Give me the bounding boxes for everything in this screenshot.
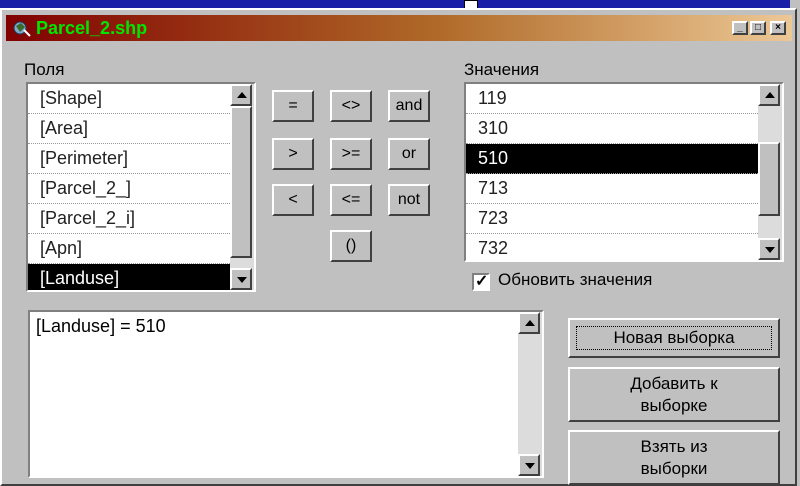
arrow-down-icon: [765, 247, 775, 253]
values-scroll-thumb[interactable]: [758, 142, 780, 216]
fields-label: Поля: [24, 60, 65, 79]
app-icon: [13, 21, 31, 37]
operator-button[interactable]: and: [388, 90, 430, 122]
expression-field[interactable]: [Landuse] = 510: [28, 310, 544, 478]
select-from-selection-label-line1: Взять из: [640, 437, 708, 456]
operator-button[interactable]: or: [388, 138, 430, 170]
fields-scroll-up-button[interactable]: [230, 84, 252, 106]
expression-scroll-up-button[interactable]: [518, 312, 540, 334]
values-scrollbar[interactable]: [758, 84, 782, 260]
operator-button[interactable]: <>: [330, 90, 372, 122]
minimize-button[interactable]: _: [732, 21, 748, 35]
fields-scroll-down-button[interactable]: [230, 268, 252, 290]
operator-button[interactable]: =: [272, 90, 314, 122]
operator-button[interactable]: <: [272, 184, 314, 216]
arrow-up-icon: [237, 92, 247, 98]
values-list-item[interactable]: 723: [466, 204, 758, 234]
add-to-selection-label-line2: выборке: [640, 396, 708, 415]
values-scroll-down-button[interactable]: [758, 238, 780, 260]
new-selection-button[interactable]: Новая выборка: [568, 318, 780, 358]
update-values-label: Обновить значения: [498, 270, 653, 289]
operator-button[interactable]: (): [330, 230, 372, 262]
fields-list-item[interactable]: [Landuse]: [28, 264, 230, 290]
operator-button[interactable]: >: [272, 138, 314, 170]
expression-scrollbar[interactable]: [518, 312, 542, 476]
add-to-selection-label-line1: Добавить к: [630, 374, 718, 393]
values-list-item[interactable]: 732: [466, 234, 758, 260]
fields-list-item[interactable]: [Parcel_2_i]: [28, 204, 230, 234]
fields-scroll-thumb[interactable]: [230, 106, 252, 258]
fields-list[interactable]: [Shape] [Area] [Perimeter] [Parcel_2_] [Parc…: [26, 82, 256, 292]
fields-list-item[interactable]: [Shape]: [28, 84, 230, 114]
expression-scroll-down-button[interactable]: [518, 454, 540, 476]
values-list-item[interactable]: 119: [466, 84, 758, 114]
arrow-up-icon: [765, 92, 775, 98]
operator-button[interactable]: not: [388, 184, 430, 216]
fields-list-item[interactable]: [Perimeter]: [28, 144, 230, 174]
select-from-selection-label-line2: выборки: [640, 459, 708, 478]
operator-button[interactable]: <=: [330, 184, 372, 216]
arrow-down-icon: [525, 463, 535, 469]
values-list-item[interactable]: 510: [466, 144, 758, 174]
add-to-selection-button[interactable]: Добавить к выборке: [568, 367, 780, 422]
fields-items: [Shape] [Area] [Perimeter] [Parcel_2_] [Parc…: [28, 84, 230, 290]
maximize-button[interactable]: □: [750, 21, 766, 35]
focus-rectangle: [576, 326, 772, 350]
window-title: Parcel_2.shp: [36, 18, 148, 38]
arrow-down-icon: [237, 277, 247, 283]
values-scroll-up-button[interactable]: [758, 84, 780, 106]
values-items: 119 310 510 713 723 732: [466, 84, 758, 260]
title-bar: Parcel_2.shp _ □ ×: [6, 15, 792, 41]
fields-scrollbar[interactable]: [230, 84, 254, 290]
values-label: Значения: [464, 60, 540, 79]
query-builder-window: Parcel_2.shp _ □ × Поля [Shape] [Area] [Pe…: [0, 8, 797, 486]
checkmark-icon: ✓: [475, 273, 489, 290]
operator-button[interactable]: >=: [330, 138, 372, 170]
values-list[interactable]: 119 310 510 713 723 732: [464, 82, 784, 262]
values-list-item[interactable]: 713: [466, 174, 758, 204]
values-list-item[interactable]: 310: [466, 114, 758, 144]
update-values-checkbox[interactable]: ✓: [472, 273, 490, 291]
select-from-selection-button[interactable]: Взять из выборки: [568, 430, 780, 485]
fields-list-item[interactable]: [Parcel_2_]: [28, 174, 230, 204]
close-button[interactable]: ×: [770, 21, 786, 35]
arrow-up-icon: [525, 320, 535, 326]
expression-text: [Landuse] = 510: [36, 316, 166, 336]
fields-list-item[interactable]: [Area]: [28, 114, 230, 144]
fields-list-item[interactable]: [Apn]: [28, 234, 230, 264]
